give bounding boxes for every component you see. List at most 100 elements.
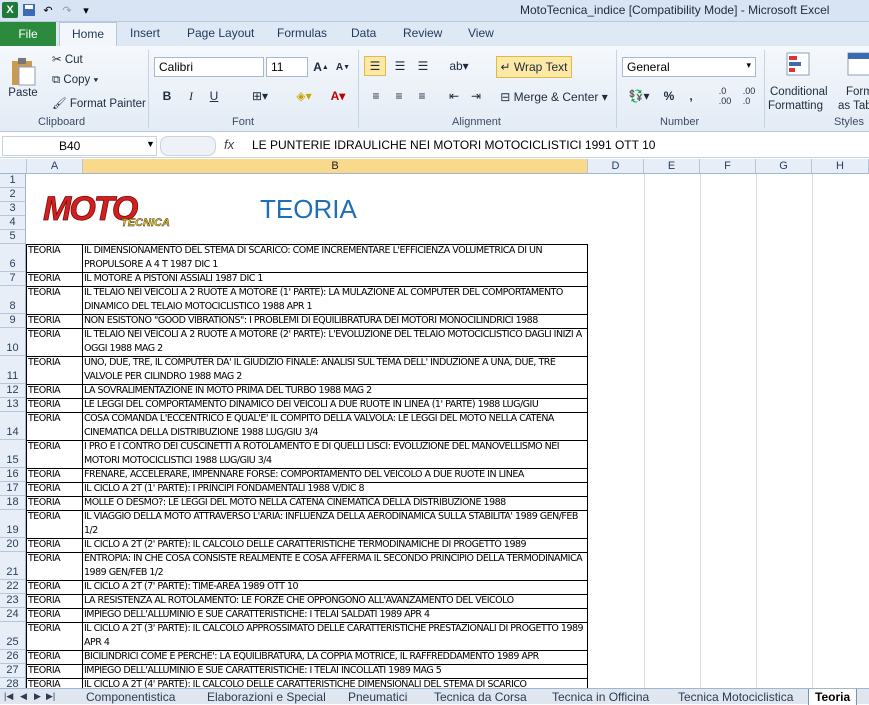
row-header[interactable]: 9	[0, 314, 26, 328]
formula-expand-control[interactable]	[160, 136, 216, 156]
cell-article-title[interactable]: MOLLE O DESMO?: LE LEGGI DEL MOTO NELLA …	[83, 496, 587, 510]
cell-article-title[interactable]: ENTROPIA: IN CHE COSA CONSISTE REALMENTE…	[83, 552, 587, 580]
row-header[interactable]: 22	[0, 580, 26, 594]
cell-article-title[interactable]: IL MOTORE A PISTONI ASSIALI 1987 DIC 1	[83, 272, 587, 286]
shrink-font-icon[interactable]: A ▼	[334, 58, 352, 76]
cell-category[interactable]: TEORIA	[27, 328, 82, 356]
number-format-select[interactable]: General ▾	[622, 57, 756, 77]
sheet-tab-pneumatici[interactable]: Pneumatici	[342, 689, 413, 705]
row-header[interactable]: 7	[0, 272, 26, 286]
row-header[interactable]: 4	[0, 216, 26, 230]
save-icon[interactable]	[21, 2, 37, 18]
column-header-d[interactable]: D	[588, 159, 644, 174]
row-header[interactable]: 13	[0, 398, 26, 412]
sheet-tab-tecnica-corsa[interactable]: Tecnica da Corsa	[428, 689, 533, 705]
tab-formulas[interactable]: Formulas	[277, 26, 327, 40]
prev-sheet-icon[interactable]: ◀	[20, 691, 27, 702]
cell-category[interactable]: TEORIA	[27, 594, 82, 608]
row-header[interactable]: 21	[0, 552, 26, 580]
cut-button[interactable]: ✂ Cut	[52, 52, 83, 66]
align-center-icon[interactable]: ≡	[389, 86, 409, 106]
sheet-tab-elaborazioni[interactable]: Elaborazioni e Special	[201, 689, 332, 705]
row-header[interactable]: 6	[0, 244, 26, 272]
font-name-select[interactable]: Calibri	[154, 57, 264, 77]
column-header-g[interactable]: G	[756, 159, 812, 174]
sheet-tab-tecnica-officina[interactable]: Tecnica in Officina	[546, 689, 655, 705]
row-header[interactable]: 14	[0, 412, 26, 440]
row-header[interactable]: 5	[0, 230, 26, 244]
cell-article-title[interactable]: LE LEGGI DEL COMPORTAMENTO DINAMICO DEI …	[83, 398, 587, 412]
align-middle-icon[interactable]: ☰	[389, 56, 411, 76]
font-size-select[interactable]: 11	[266, 57, 308, 77]
column-header-h[interactable]: H	[812, 159, 869, 174]
cell-category[interactable]: TEORIA	[27, 356, 82, 384]
row-header[interactable]: 16	[0, 468, 26, 482]
align-left-icon[interactable]: ≡	[366, 86, 386, 106]
cell-article-title[interactable]: IL VIAGGIO DELLA MOTO ATTRAVERSO L'ARIA:…	[83, 510, 587, 538]
cell-category[interactable]: TEORIA	[27, 538, 82, 552]
align-top-icon[interactable]: ☰	[364, 56, 386, 76]
decrease-indent-icon[interactable]: ⇤	[444, 86, 464, 106]
grow-font-icon[interactable]: A ▲	[312, 58, 330, 76]
tab-file[interactable]: File	[0, 22, 56, 46]
cell-category[interactable]: TEORIA	[27, 510, 82, 538]
cell-category[interactable]: TEORIA	[27, 468, 82, 482]
cell-category[interactable]: TEORIA	[27, 440, 82, 468]
cell-article-title[interactable]: IL TELAIO NEI VEICOLI A 2 RUOTE A MOTORE…	[83, 286, 587, 314]
fill-color-icon[interactable]: ◈▾	[290, 86, 318, 106]
cell-article-title[interactable]: UNO, DUE, TRE, IL COMPUTER DA' IL GIUDIZ…	[83, 356, 587, 384]
tab-review[interactable]: Review	[403, 26, 442, 40]
cell-category[interactable]: TEORIA	[27, 664, 82, 678]
cell-category[interactable]: TEORIA	[27, 384, 82, 398]
last-sheet-icon[interactable]: ▶|	[46, 691, 55, 702]
increase-decimal-icon[interactable]: .0.00	[714, 86, 736, 106]
select-all-corner[interactable]	[0, 159, 27, 174]
row-header[interactable]: 17	[0, 482, 26, 496]
row-header[interactable]: 19	[0, 510, 26, 538]
row-header[interactable]: 26	[0, 650, 26, 664]
row-header[interactable]: 20	[0, 538, 26, 552]
cell-article-title[interactable]: IL CICLO A 2T (2' PARTE): IL CALCOLO DEL…	[83, 538, 587, 552]
increase-indent-icon[interactable]: ⇥	[466, 86, 486, 106]
format-as-table-icon[interactable]	[846, 50, 869, 82]
sheet-tab-componentistica[interactable]: Componentistica	[80, 689, 181, 705]
name-box-chevron-icon[interactable]: ▼	[146, 139, 155, 149]
conditional-formatting-icon[interactable]	[784, 50, 816, 82]
underline-button[interactable]: U	[205, 86, 223, 106]
first-sheet-icon[interactable]: |◀	[4, 691, 13, 702]
row-header[interactable]: 18	[0, 496, 26, 510]
cell-article-title[interactable]: IL DIMENSIONAMENTO DEL STEMA DI SCARICO:…	[83, 244, 587, 272]
row-header[interactable]: 3	[0, 202, 26, 216]
undo-icon[interactable]: ↶	[40, 2, 56, 18]
format-painter-button[interactable]: 🖌 Format Painter	[52, 96, 146, 110]
tab-home[interactable]: Home	[59, 22, 118, 46]
row-header[interactable]: 2	[0, 188, 26, 202]
cell-category[interactable]: TEORIA	[27, 496, 82, 510]
name-box[interactable]: B40	[2, 136, 157, 156]
tab-data[interactable]: Data	[351, 26, 376, 40]
sheet-tab-teoria[interactable]: Teoria	[808, 689, 858, 705]
sheet-tab-tecnica-motociclistica[interactable]: Tecnica Motociclistica	[672, 689, 799, 705]
copy-button[interactable]: ⧉ Copy ▾	[52, 74, 98, 87]
formula-input[interactable]: LE PUNTERIE IDRAULICHE NEI MOTORI MOTOCI…	[252, 138, 655, 152]
tab-page-layout[interactable]: Page Layout	[187, 26, 254, 40]
comma-button[interactable]: ,	[684, 86, 698, 106]
merge-center-button[interactable]: ⊟ Merge & Center ▾	[496, 86, 612, 108]
cell-article-title[interactable]: NON ESISTONO "GOOD VIBRATIONS": I PROBLE…	[83, 314, 587, 328]
cell-article-title[interactable]: IMPIEGO DELL'ALLUMINIO E SUE CARATTERIST…	[83, 608, 587, 622]
cell-article-title[interactable]: LA RESISTENZA AL ROTOLAMENTO: LE FORZE C…	[83, 594, 587, 608]
wrap-text-button[interactable]: ↵ Wrap Text	[496, 56, 572, 78]
percent-button[interactable]: %	[660, 86, 678, 106]
row-header[interactable]: 8	[0, 286, 26, 314]
cell-article-title[interactable]: COSA COMANDA L'ECCENTRICO E QUAL'E' IL C…	[83, 412, 587, 440]
row-header[interactable]: 15	[0, 440, 26, 468]
column-header-b[interactable]: B	[83, 159, 588, 174]
cell-article-title[interactable]: I PRO E I CONTRO DEI CUSCINETTI A ROTOLA…	[83, 440, 587, 468]
row-header[interactable]: 12	[0, 384, 26, 398]
decrease-decimal-icon[interactable]: .00.0	[738, 86, 760, 106]
cell-article-title[interactable]: FRENARE, ACCELERARE, IMPENNARE FORSE: CO…	[83, 468, 587, 482]
cell-article-title[interactable]: LA SOVRALIMENTAZIONE IN MOTO PRIMA DEL T…	[83, 384, 587, 398]
row-header[interactable]: 10	[0, 328, 26, 356]
cell-article-title[interactable]: IL CICLO A 2T (7' PARTE): TIME-AREA 1989…	[83, 580, 587, 594]
cell-category[interactable]: TEORIA	[27, 412, 82, 440]
